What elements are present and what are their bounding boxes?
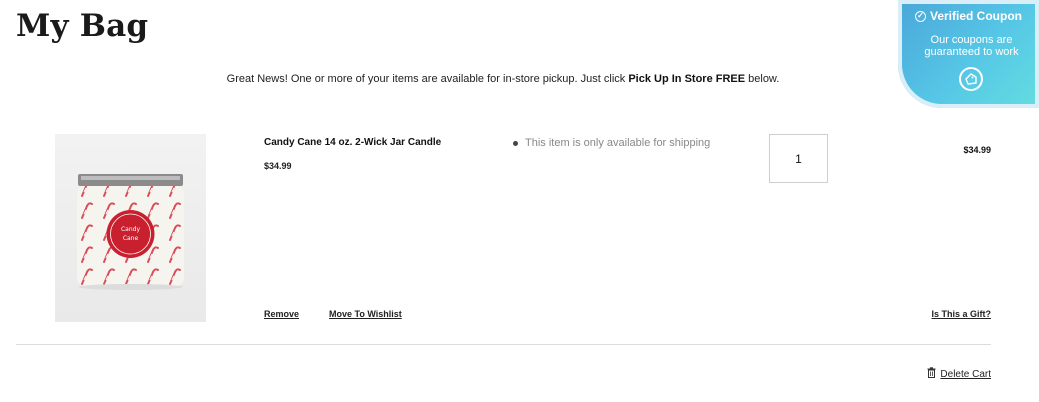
product-image[interactable]: Candy Cane: [55, 134, 206, 322]
coupon-header: ✓ Verified Coupon: [898, 9, 1039, 23]
pickup-notice-text: Great News! One or more of your items ar…: [226, 73, 629, 85]
pickup-notice: Great News! One or more of your items ar…: [0, 73, 1006, 85]
radio-selected-icon[interactable]: [513, 140, 518, 146]
delete-cart-button[interactable]: Delete Cart: [927, 367, 991, 381]
delete-cart-label: Delete Cart: [940, 368, 991, 380]
line-total: $34.99: [963, 145, 991, 155]
verified-coupon-badge[interactable]: ✓ Verified Coupon Our coupons are guaran…: [898, 0, 1039, 108]
divider: [16, 344, 991, 345]
pickup-notice-highlight: Pick Up In Store FREE: [628, 73, 746, 85]
coupon-logo-icon: [959, 67, 983, 91]
move-to-wishlist-link[interactable]: Move To Wishlist: [329, 309, 402, 319]
check-circle-icon: ✓: [914, 10, 926, 22]
product-name[interactable]: Candy Cane 14 oz. 2-Wick Jar Candle: [264, 137, 441, 148]
page-title: My Bag: [16, 8, 149, 44]
product-price: $34.99: [264, 161, 292, 171]
coupon-subtitle: Our coupons are guaranteed to work: [924, 34, 1019, 58]
shipping-option[interactable]: This item is only available for shipping: [513, 137, 710, 149]
trash-icon: [927, 367, 936, 381]
quantity-input[interactable]: 1: [769, 134, 828, 183]
coupon-title: Verified Coupon: [929, 9, 1022, 23]
is-this-a-gift-link[interactable]: Is This a Gift?: [931, 309, 991, 319]
candle-label-top: Candy: [121, 226, 140, 233]
candle-label-bottom: Cane: [123, 235, 139, 242]
pickup-notice-tail: below.: [745, 73, 780, 85]
remove-link[interactable]: Remove: [264, 309, 299, 319]
shipping-note: This item is only available for shipping: [525, 137, 711, 149]
